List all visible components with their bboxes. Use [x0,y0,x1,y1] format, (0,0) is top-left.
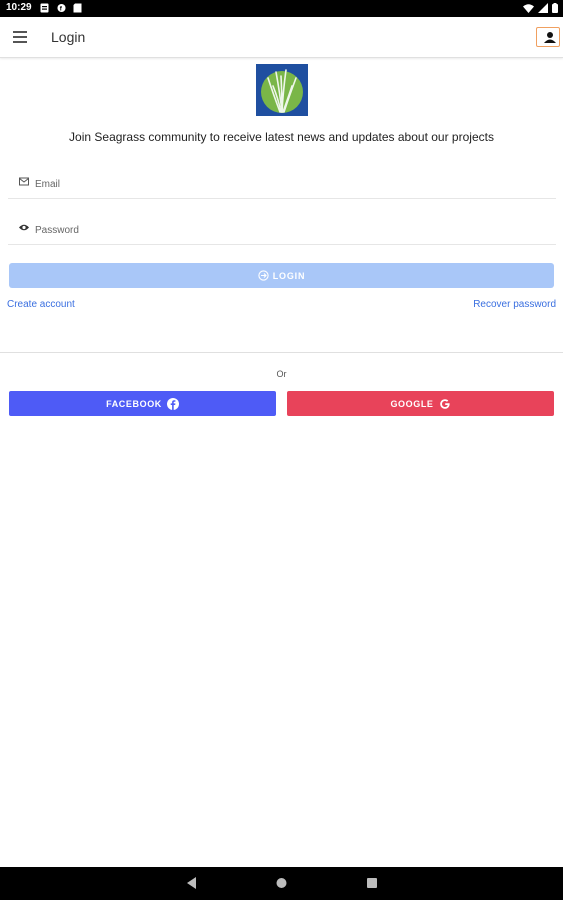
facebook-icon [166,397,179,410]
recover-password-link[interactable]: Recover password [473,299,556,310]
login-arrow-icon [258,270,269,281]
google-login-button[interactable]: GOOGLE [287,391,554,416]
seagrass-logo [256,64,308,116]
battery-icon [552,3,558,13]
login-button[interactable]: LOGIN [9,263,554,288]
google-button-label: GOOGLE [390,398,434,409]
password-field [8,214,556,245]
or-separator: Or [276,369,287,379]
login-button-label: LOGIN [272,270,306,281]
password-input[interactable] [33,219,537,241]
status-time: 10:29 [6,2,32,13]
status-bar: 10:29 f [0,0,563,17]
google-icon [439,398,450,409]
status-right [523,2,558,14]
signal-icon [538,3,548,13]
create-account-link[interactable]: Create account [7,299,75,310]
app-bar: Login [0,17,563,58]
facebook-login-button[interactable]: FACEBOOK [9,391,276,416]
recents-icon[interactable] [366,876,378,890]
page-title: Login [51,29,86,45]
back-icon[interactable] [185,876,197,890]
app-notification-icon: f [57,3,66,13]
mail-icon [19,177,29,186]
email-input[interactable] [33,173,537,195]
section-divider [0,352,563,353]
hamburger-menu-icon[interactable] [13,31,27,43]
tagline: Join Seagrass community to receive lates… [69,130,494,144]
system-nav-bar [0,867,563,900]
account-box-icon[interactable] [536,27,560,47]
facebook-button-label: FACEBOOK [106,398,162,409]
sd-card-icon [73,3,82,13]
wifi-icon [523,3,534,13]
email-field [8,168,556,199]
home-icon[interactable] [275,876,288,890]
notification-icon [40,3,49,13]
eye-icon[interactable] [19,223,29,232]
